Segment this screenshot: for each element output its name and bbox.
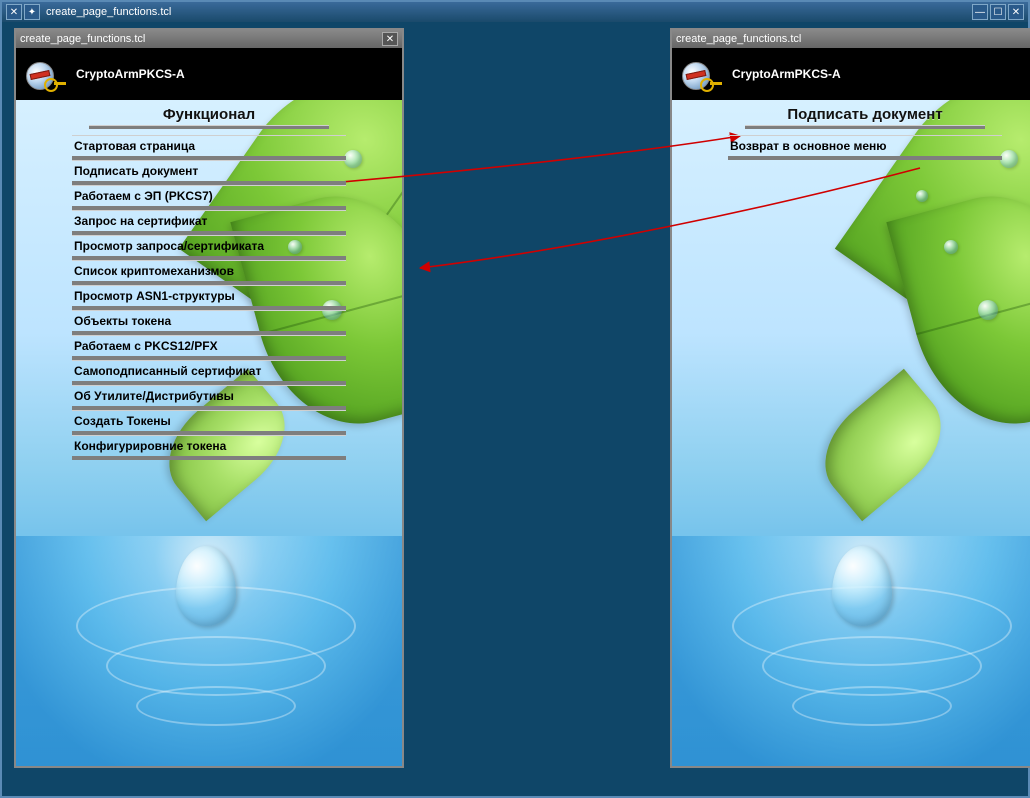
outer-window: ✕ ✦ create_page_functions.tcl — ☐ ✕ crea… [0,0,1030,798]
app-name-right: CryptoArmPKCS-A [732,67,841,81]
close-icon[interactable]: ✕ [382,32,398,46]
app-body-left: Функционал Стартовая страницаПодписать д… [16,100,402,766]
menu-item[interactable]: Стартовая страница [72,135,346,160]
menu-item[interactable]: Объекты токена [72,310,346,335]
menu-item[interactable]: Об Утилите/Дистрибутивы [72,385,346,410]
page-title-left: Функционал [16,106,402,129]
app-body-right: Подписать документ Возврат в основное ме… [672,100,1030,766]
menu-item[interactable]: Просмотр запроса/сертификата [72,235,346,260]
inner-window-left: create_page_functions.tcl ✕ CryptoArmPKC… [14,28,404,768]
inner-window-right: create_page_functions.tcl ✕ CryptoArmPKC… [670,28,1030,768]
menu-item[interactable]: Создать Токены [72,410,346,435]
outer-body: create_page_functions.tcl ✕ CryptoArmPKC… [2,22,1028,796]
menu-item[interactable]: Конфигурировние токена [72,435,346,460]
waterdrop-decoration [916,190,928,202]
menu-item[interactable]: Возврат в основное меню [728,135,1002,160]
minimize-button[interactable]: — [972,4,988,20]
menu-item[interactable]: Просмотр ASN1-структуры [72,285,346,310]
menu-item[interactable]: Список криптомеханизмов [72,260,346,285]
menu-right: Возврат в основное меню [672,135,1030,160]
outer-window-title: create_page_functions.tcl [46,6,171,18]
menu-item[interactable]: Работаем с PKCS12/PFX [72,335,346,360]
leaf-decoration [804,369,961,522]
waterdrop-decoration [978,300,998,320]
inner-title-right: create_page_functions.tcl [676,33,801,45]
outer-titlebar[interactable]: ✕ ✦ create_page_functions.tcl — ☐ ✕ [2,2,1028,22]
menu-left: Стартовая страницаПодписать документРабо… [16,135,402,460]
menu-item[interactable]: Запрос на сертификат [72,210,346,235]
maximize-button[interactable]: ☐ [990,4,1006,20]
waterdrop-decoration [944,240,958,254]
page-title-right: Подписать документ [672,106,1030,129]
app-header-left: CryptoArmPKCS-A [16,48,402,100]
app-name-left: CryptoArmPKCS-A [76,67,185,81]
menu-item[interactable]: Работаем с ЭП (PKCS7) [72,185,346,210]
window-menu-icon[interactable]: ✕ [6,4,22,20]
menu-item[interactable]: Самоподписанный сертификат [72,360,346,385]
app-header-right: CryptoArmPKCS-A [672,48,1030,100]
inner-titlebar-left[interactable]: create_page_functions.tcl ✕ [16,30,402,48]
app-logo-icon [26,58,66,90]
app-logo-icon [682,58,722,90]
inner-titlebar-right[interactable]: create_page_functions.tcl ✕ [672,30,1030,48]
app-icon[interactable]: ✦ [24,4,40,20]
menu-item[interactable]: Подписать документ [72,160,346,185]
close-button[interactable]: ✕ [1008,4,1024,20]
inner-title-left: create_page_functions.tcl [20,33,145,45]
